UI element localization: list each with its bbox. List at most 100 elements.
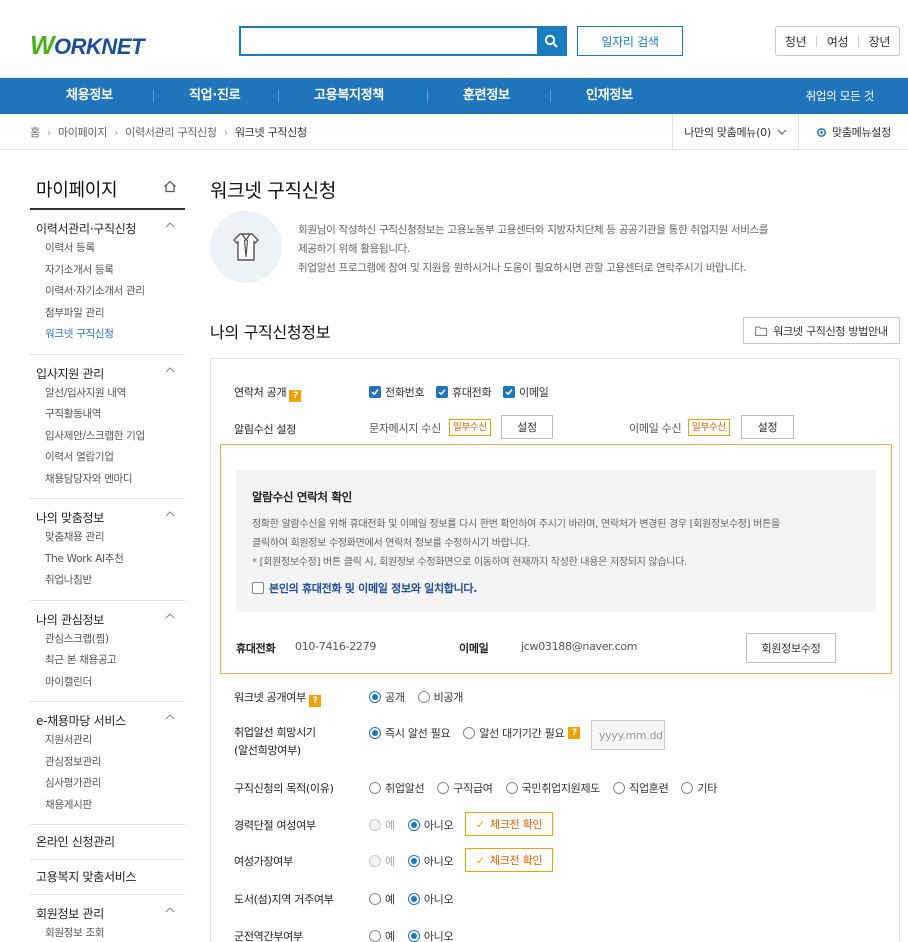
sidebar-item[interactable]: 심사평가관리 [36, 773, 185, 795]
chevron-up-icon[interactable] [165, 612, 175, 619]
home-icon[interactable] [163, 180, 177, 193]
email-setting-button[interactable]: 설정 [741, 415, 794, 439]
checkbox-email[interactable]: 이메일 [503, 384, 549, 400]
worknet-logo[interactable]: WORKNET [30, 30, 144, 61]
radio-unselected[interactable] [417, 691, 430, 703]
radio-disabled[interactable] [369, 855, 381, 867]
checkbox-checked[interactable] [436, 386, 448, 398]
checkbox-phone[interactable]: 전화번호 [369, 384, 425, 400]
sidebar-item[interactable]: 이력서 등록 [36, 238, 185, 260]
nav-item-jobs[interactable]: 채용정보 [66, 78, 113, 114]
chevron-up-icon[interactable] [165, 714, 175, 720]
sidebar-item[interactable]: 알선/입사지원 내역 [36, 383, 185, 405]
sidebar-item[interactable]: 최근 본 채용공고 [36, 650, 185, 672]
sidebar-group-title[interactable]: 입사지원 관리 [36, 365, 185, 383]
radio-unselected[interactable] [369, 893, 381, 905]
sidebar-item[interactable]: 첨부파일 관리 [36, 303, 185, 325]
sidebar-item[interactable]: 이력서 열람기업 [36, 447, 185, 469]
sidebar-item[interactable]: 채용게시판 [36, 795, 185, 817]
radio-selected[interactable] [407, 893, 420, 905]
nav-item-talent[interactable]: 인재정보 [586, 78, 633, 114]
radio-private[interactable]: 비공개 [417, 689, 463, 705]
search-button[interactable] [537, 28, 565, 54]
breadcrumb-resume[interactable]: 이력서관리 구직신청 [125, 124, 217, 140]
sidebar-group-title[interactable]: 이력서관리·구직신청 [36, 220, 185, 238]
radio-purpose[interactable]: 취업알선 [369, 780, 425, 796]
wait-date-input[interactable]: yyyy.mm.dd [591, 720, 665, 750]
radio-public[interactable]: 공개 [369, 689, 405, 705]
guide-button[interactable]: 워크넷 구직신청 방법안내 [743, 317, 900, 344]
nav-item-welfare[interactable]: 고용복지정책 [314, 78, 384, 114]
radio-yes[interactable]: 예 [369, 853, 395, 869]
radio-no[interactable]: 아니오 [407, 891, 454, 907]
radio-no[interactable]: 아니오 [407, 928, 454, 942]
sidebar-group-title[interactable]: 회원정보 관리 [36, 905, 185, 923]
radio-unselected[interactable] [613, 782, 626, 794]
sidebar-item-welfare-service[interactable]: 고용복지 맞춤서비스 [30, 860, 185, 895]
radio-yes[interactable]: 예 [369, 817, 395, 833]
radio-purpose[interactable]: 기타 [681, 780, 717, 796]
radio-unselected[interactable] [369, 930, 381, 942]
sidebar-item[interactable]: 맞춤채용 관리 [36, 527, 185, 549]
nav-item-career[interactable]: 직업·진로 [189, 78, 241, 114]
radio-unselected[interactable] [505, 782, 518, 794]
edit-member-info-button[interactable]: 회원정보수정 [746, 633, 836, 663]
sms-setting-button[interactable]: 설정 [501, 415, 553, 439]
checkbox-checked[interactable] [369, 386, 381, 398]
radio-yes[interactable]: 예 [369, 928, 395, 942]
sidebar-group-title[interactable]: 나의 맞춤정보 [36, 509, 185, 527]
radio-no[interactable]: 아니오 [407, 817, 454, 833]
checkbox-unchecked[interactable] [252, 582, 264, 594]
sidebar-item[interactable]: The Work AI추천 [36, 549, 185, 571]
radio-selected[interactable] [369, 691, 381, 703]
radio-purpose[interactable]: 구직급여 [437, 780, 493, 796]
nav-item-training[interactable]: 훈련정보 [463, 78, 510, 114]
sidebar-item[interactable]: 채용담당자와 멘마디 [36, 469, 185, 491]
sidebar-item[interactable]: 이력서·자기소개서 관리 [36, 281, 185, 303]
radio-selected[interactable] [407, 930, 420, 942]
search-input[interactable] [241, 28, 537, 54]
radio-selected[interactable] [369, 727, 381, 739]
help-icon[interactable]: ? [289, 390, 302, 402]
radio-unselected[interactable] [681, 782, 694, 794]
nav-all-about-jobs[interactable]: 취업의 모든 것 [806, 78, 875, 114]
sidebar-item[interactable]: 구직활동내역 [36, 404, 185, 426]
radio-purpose[interactable]: 직업훈련 [613, 780, 669, 796]
checkbox-mobile[interactable]: 휴대전화 [436, 384, 492, 400]
sidebar-item[interactable]: 취업나침반 [36, 570, 185, 592]
radio-selected[interactable] [407, 855, 420, 867]
radio-no[interactable]: 아니오 [407, 853, 454, 869]
radio-yes[interactable]: 예 [369, 891, 395, 907]
sidebar-item[interactable]: 마이캘린더 [36, 672, 185, 694]
job-search-button[interactable]: 일자리 검색 [577, 26, 683, 56]
pre-check-button[interactable]: ✓ 체크전 확인 [465, 848, 554, 872]
sidebar-item[interactable]: 관심정보관리 [36, 752, 185, 774]
sidebar-item-online-apply[interactable]: 온라인 신청관리 [30, 825, 185, 860]
checkbox-checked[interactable] [503, 386, 515, 398]
sidebar-item[interactable]: 지원서관리 [36, 730, 185, 752]
radio-unselected[interactable] [463, 727, 476, 739]
tab-youth[interactable]: 청년 [785, 33, 807, 50]
chevron-up-icon[interactable] [165, 366, 175, 373]
chevron-up-icon[interactable] [165, 222, 175, 228]
radio-unselected[interactable] [369, 782, 381, 794]
menu-setting-button[interactable]: 맞춤메뉴설정 [798, 114, 908, 150]
breadcrumb-home[interactable]: 홈 [30, 124, 40, 140]
radio-selected[interactable] [407, 819, 420, 831]
tab-women[interactable]: 여성 [827, 33, 849, 50]
help-icon[interactable]: ? [568, 727, 581, 739]
radio-immediate[interactable]: 즉시 알선 필요 [369, 725, 451, 741]
radio-disabled[interactable] [369, 819, 381, 831]
confirm-checkbox[interactable]: 본인의 휴대전화 및 이메일 정보와 일치합니다. [252, 580, 477, 596]
radio-purpose[interactable]: 국민취업지원제도 [505, 780, 600, 796]
my-menu-dropdown[interactable]: 나만의 맞춤메뉴(0) [672, 114, 798, 150]
sidebar-item-active[interactable]: 워크넷 구직신청 [36, 324, 185, 346]
sidebar-group-title[interactable]: e-채용마당 서비스 [36, 712, 185, 730]
chevron-up-icon[interactable] [165, 511, 175, 517]
pre-check-button[interactable]: ✓ 체크전 확인 [465, 812, 554, 836]
sidebar-item[interactable]: 회원정보 조회 [36, 923, 185, 942]
radio-wait[interactable]: 알선 대기기간 필요 [463, 725, 565, 741]
breadcrumb-mypage[interactable]: 마이페이지 [58, 124, 107, 140]
chevron-up-icon[interactable] [165, 907, 175, 913]
tab-senior[interactable]: 장년 [869, 33, 891, 50]
